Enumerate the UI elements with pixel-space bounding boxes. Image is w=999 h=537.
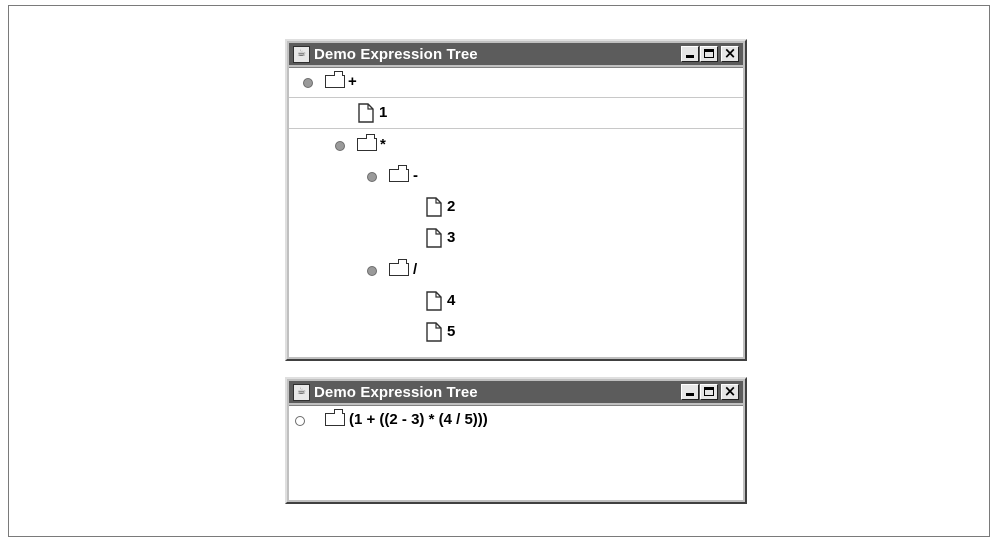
tree-node-5[interactable]: 5	[289, 318, 743, 348]
tree-handle-icon[interactable]	[367, 266, 377, 276]
node-label: (1 + ((2 - 3) * (4 / 5)))	[349, 411, 488, 428]
node-label: +	[348, 73, 357, 90]
caption-buttons: ×	[681, 384, 739, 400]
maximize-icon[interactable]	[700, 46, 718, 62]
window-title: Demo Expression Tree	[314, 45, 478, 63]
node-label: /	[413, 261, 418, 278]
document-icon	[426, 322, 442, 342]
tree-handle-icon[interactable]	[303, 78, 313, 88]
figure-frame: ☕ Demo Expression Tree × + 1 * - 2 3 / 4…	[8, 5, 990, 537]
minimize-icon[interactable]	[681, 384, 699, 400]
node-label: -	[413, 167, 418, 184]
node-label: *	[380, 136, 386, 153]
node-label: 2	[447, 198, 456, 215]
document-icon	[426, 291, 442, 311]
node-label: 4	[447, 292, 456, 309]
tree-view[interactable]: + 1 * - 2 3 / 4 5	[289, 67, 743, 357]
close-icon[interactable]: ×	[721, 384, 739, 400]
java-cup-icon[interactable]: ☕	[293, 45, 310, 63]
title-bar[interactable]: ☕ Demo Expression Tree ×	[289, 381, 743, 403]
minimize-icon[interactable]	[681, 46, 699, 62]
expression-tree-window: ☕ Demo Expression Tree × + 1 * - 2 3 / 4…	[285, 39, 747, 361]
folder-icon	[325, 409, 345, 426]
tree-node-2[interactable]: 2	[289, 193, 743, 223]
caption-buttons: ×	[681, 46, 739, 62]
tree-node-expression[interactable]: (1 + ((2 - 3) * (4 / 5)))	[289, 406, 743, 436]
tree-node-1[interactable]: 1	[289, 99, 743, 129]
document-icon	[426, 197, 442, 217]
folder-icon	[325, 71, 345, 88]
java-cup-icon[interactable]: ☕	[293, 383, 310, 401]
maximize-icon[interactable]	[700, 384, 718, 400]
tree-node-minus[interactable]: -	[289, 162, 743, 192]
tree-handle-icon[interactable]	[295, 416, 305, 426]
window-title: Demo Expression Tree	[314, 383, 478, 401]
expression-tree-window-collapsed: ☕ Demo Expression Tree × (1 + ((2 - 3) *…	[285, 377, 747, 504]
title-bar[interactable]: ☕ Demo Expression Tree ×	[289, 43, 743, 65]
tree-node-3[interactable]: 3	[289, 224, 743, 254]
tree-handle-icon[interactable]	[367, 172, 377, 182]
tree-view[interactable]: (1 + ((2 - 3) * (4 / 5)))	[289, 405, 743, 500]
document-icon	[358, 103, 374, 123]
node-label: 1	[379, 104, 388, 121]
tree-node-divide[interactable]: /	[289, 256, 743, 286]
node-label: 3	[447, 229, 456, 246]
document-icon	[426, 228, 442, 248]
node-label: 5	[447, 323, 456, 340]
tree-node-plus[interactable]: +	[289, 68, 743, 98]
folder-icon	[389, 165, 409, 182]
tree-node-4[interactable]: 4	[289, 287, 743, 317]
folder-icon	[389, 259, 409, 276]
tree-node-times[interactable]: *	[289, 131, 743, 161]
close-icon[interactable]: ×	[721, 46, 739, 62]
folder-icon	[357, 134, 377, 151]
tree-handle-icon[interactable]	[335, 141, 345, 151]
